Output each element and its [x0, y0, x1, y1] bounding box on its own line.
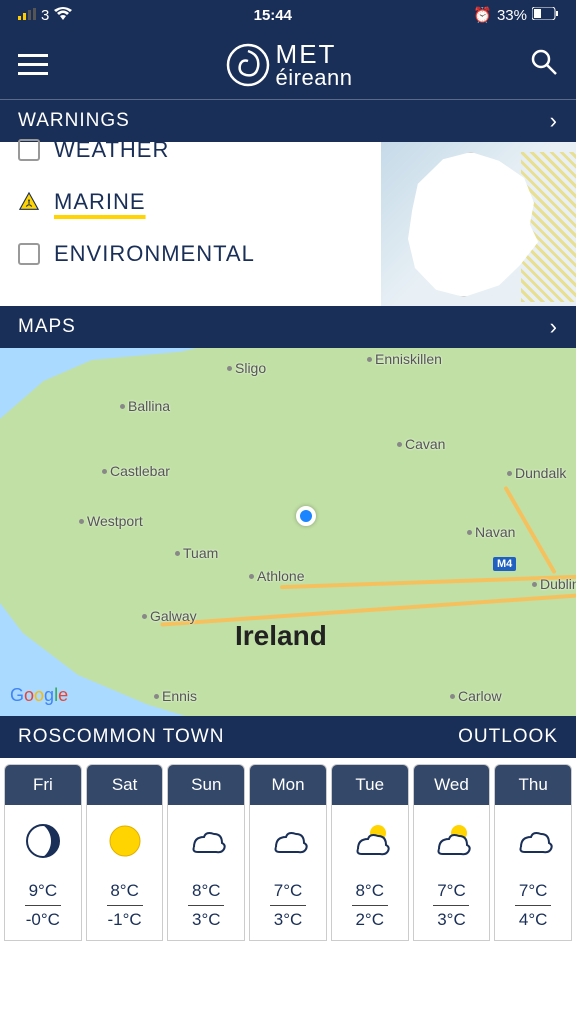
- city-label: Cavan: [405, 436, 445, 452]
- current-location-dot: [296, 506, 316, 526]
- warning-item-weather[interactable]: WEATHER: [18, 124, 363, 176]
- country-label: Ireland: [235, 620, 327, 652]
- weather-icon: [266, 819, 310, 863]
- status-bar: 3 15:44 ⏰ 33%: [0, 0, 576, 30]
- chevron-right-icon: ›: [550, 314, 558, 340]
- temp-low: 2°C: [355, 910, 384, 930]
- main-map[interactable]: Sligo Enniskillen Ballina Cavan Castlebar Dun…: [0, 348, 576, 716]
- warnings-mini-map[interactable]: [381, 142, 576, 306]
- temp-high: 7°C: [515, 881, 551, 906]
- temp-high: 9°C: [25, 881, 61, 906]
- carrier-label: 3: [41, 7, 49, 24]
- day-label: Mon: [249, 764, 327, 805]
- motorway-badge: M4: [493, 557, 516, 571]
- day-label: Sat: [86, 764, 164, 805]
- maps-header[interactable]: MAPS ›: [0, 306, 576, 348]
- map-attribution: Google: [10, 685, 68, 706]
- temp-low: 3°C: [192, 910, 221, 930]
- spiral-icon: [226, 43, 270, 87]
- outlook-label: OUTLOOK: [458, 726, 558, 748]
- forecast-day[interactable]: Mon 7°C 3°C: [249, 764, 327, 941]
- weather-icon: [429, 819, 473, 863]
- city-label: Tuam: [183, 545, 218, 561]
- checkbox[interactable]: [18, 139, 40, 161]
- search-icon: [530, 48, 558, 76]
- temp-high: 8°C: [352, 881, 388, 906]
- city-label: Galway: [150, 608, 197, 624]
- city-label: Dundalk: [515, 465, 566, 481]
- city-label: Sligo: [235, 360, 266, 376]
- weather-icon: [103, 819, 147, 863]
- status-time: 15:44: [254, 7, 292, 24]
- forecast-day[interactable]: Sun 8°C 3°C: [167, 764, 245, 941]
- weather-icon: [184, 819, 228, 863]
- temp-high: 7°C: [270, 881, 306, 906]
- temp-low: -0°C: [26, 910, 60, 930]
- wifi-icon: [54, 7, 72, 24]
- warning-item-marine[interactable]: MARINE: [18, 176, 363, 228]
- location-name: ROSCOMMON TOWN: [18, 726, 224, 748]
- chevron-right-icon: ›: [550, 108, 558, 134]
- city-label: Athlone: [257, 568, 304, 584]
- warning-label: MARINE: [54, 189, 146, 215]
- temp-high: 8°C: [188, 881, 224, 906]
- city-label: Ballina: [128, 398, 170, 414]
- forecast-day[interactable]: Wed 7°C 3°C: [413, 764, 491, 941]
- battery-label: 33%: [497, 7, 527, 24]
- outlook-header[interactable]: ROSCOMMON TOWN OUTLOOK: [0, 716, 576, 758]
- city-label: Dublin: [540, 576, 576, 592]
- menu-button[interactable]: [18, 54, 48, 75]
- warnings-body: WEATHERMARINEENVIRONMENTAL: [0, 142, 576, 306]
- weather-icon: [348, 819, 392, 863]
- forecast-strip: Fri 9°C -0°C Sat 8°C -1°C Sun 8°C 3°C Mon 7°C 3°C Tu…: [0, 758, 576, 947]
- day-label: Fri: [4, 764, 82, 805]
- city-label: Castlebar: [110, 463, 170, 479]
- forecast-day[interactable]: Sat 8°C -1°C: [86, 764, 164, 941]
- forecast-day[interactable]: Thu 7°C 4°C: [494, 764, 572, 941]
- day-label: Sun: [167, 764, 245, 805]
- temp-low: 3°C: [274, 910, 303, 930]
- weather-icon: [21, 819, 65, 863]
- weather-icon: [511, 819, 555, 863]
- temp-low: 3°C: [437, 910, 466, 930]
- warning-label: WEATHER: [54, 137, 169, 163]
- temp-high: 8°C: [107, 881, 143, 906]
- day-label: Wed: [413, 764, 491, 805]
- temp-low: -1°C: [107, 910, 141, 930]
- forecast-day[interactable]: Fri 9°C -0°C: [4, 764, 82, 941]
- temp-high: 7°C: [433, 881, 469, 906]
- warning-triangle-icon: [18, 191, 40, 213]
- alarm-icon: ⏰: [473, 6, 492, 24]
- city-label: Navan: [475, 524, 515, 540]
- app-header: MET éireann: [0, 30, 576, 100]
- city-label: Carlow: [458, 688, 502, 704]
- warning-item-environmental[interactable]: ENVIRONMENTAL: [18, 228, 363, 280]
- day-label: Tue: [331, 764, 409, 805]
- search-button[interactable]: [530, 48, 558, 81]
- day-label: Thu: [494, 764, 572, 805]
- brand-logo: MET éireann: [226, 41, 353, 89]
- battery-icon: [532, 7, 558, 24]
- city-label: Enniskillen: [375, 351, 442, 367]
- signal-icon: [18, 7, 36, 24]
- warning-label: ENVIRONMENTAL: [54, 241, 255, 267]
- forecast-day[interactable]: Tue 8°C 2°C: [331, 764, 409, 941]
- city-label: Westport: [87, 513, 143, 529]
- temp-low: 4°C: [519, 910, 548, 930]
- checkbox[interactable]: [18, 243, 40, 265]
- city-label: Ennis: [162, 688, 197, 704]
